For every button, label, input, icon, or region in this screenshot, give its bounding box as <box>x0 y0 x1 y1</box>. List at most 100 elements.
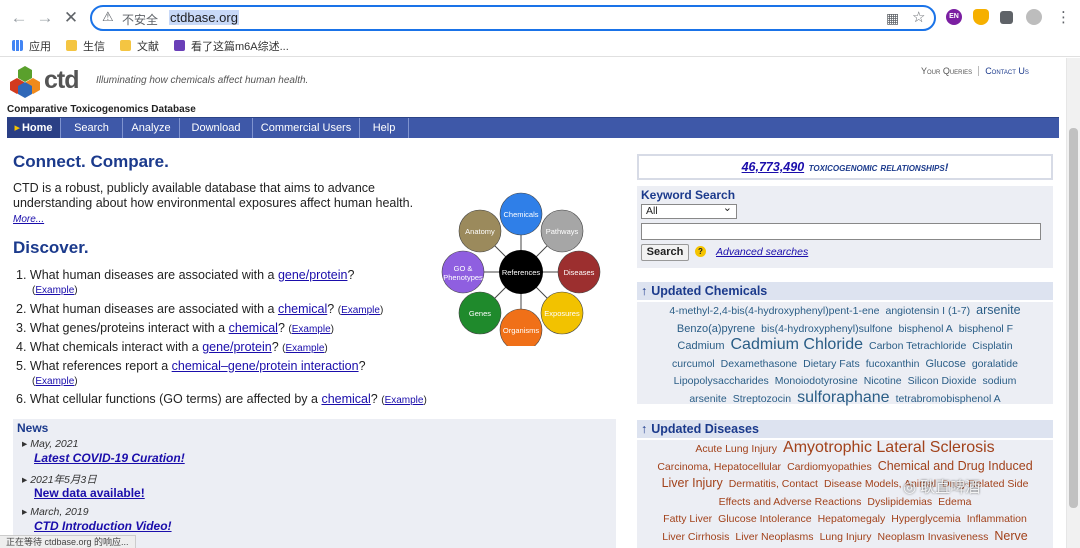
chemical-term[interactable]: bisphenol F <box>959 322 1013 338</box>
nav-home[interactable]: Home <box>7 118 61 138</box>
extensions-puzzle-icon[interactable] <box>1000 11 1013 24</box>
disease-term[interactable]: Chemical and Drug Induced <box>878 459 1033 475</box>
bookmark-wenxian[interactable]: 文献 <box>120 38 159 54</box>
qr-code-icon[interactable]: ▦ <box>886 10 899 27</box>
example-link[interactable]: Example <box>292 324 331 335</box>
example-link[interactable]: Example <box>341 305 380 316</box>
example-link[interactable]: Example <box>35 376 74 387</box>
question-5-link[interactable]: chemical–gene/protein interaction <box>172 359 359 373</box>
disease-term[interactable]: Lung Injury <box>820 530 872 546</box>
disease-term[interactable]: Fatty Liver <box>663 512 712 528</box>
disease-term[interactable]: Acute Lung Injury <box>695 442 777 458</box>
chemical-term[interactable]: curcumol <box>672 357 715 373</box>
example-link[interactable]: Example <box>285 343 324 354</box>
chemical-term[interactable]: arsenite <box>689 392 726 408</box>
example-link[interactable]: Example <box>35 285 74 296</box>
translate-extension-icon[interactable]: EN <box>946 9 962 25</box>
chemical-term[interactable]: Monoiodotyrosine <box>775 374 858 390</box>
chemical-term[interactable]: goralatide <box>972 357 1018 373</box>
back-arrow-icon[interactable]: ← <box>8 7 30 29</box>
news-link-3[interactable]: CTD Introduction Video! <box>34 519 172 533</box>
example-link[interactable]: Example <box>385 395 424 406</box>
question-2-link[interactable]: chemical <box>278 302 327 316</box>
disease-term[interactable]: Effects and Adverse Reactions <box>719 495 862 511</box>
news-link-1[interactable]: Latest COVID-19 Curation! <box>34 451 185 465</box>
keyword-category-select[interactable]: All <box>641 202 737 219</box>
disease-term[interactable]: Hepatomegaly <box>818 512 886 528</box>
nav-search[interactable]: Search <box>61 118 123 138</box>
bookmark-shengxin[interactable]: 生信 <box>66 38 105 54</box>
disease-term[interactable]: Cardiomyopathies <box>787 460 872 476</box>
chemical-term[interactable]: fucoxanthin <box>866 357 920 373</box>
nav-analyze[interactable]: Analyze <box>123 118 180 138</box>
bookmark-star-icon[interactable]: ☆ <box>912 8 925 26</box>
search-button[interactable]: Search <box>641 244 689 261</box>
updated-diseases-header[interactable]: Updated Diseases <box>637 420 1053 438</box>
url-text[interactable]: ctdbase.org <box>169 10 239 25</box>
chemical-term[interactable]: 4-methyl-2,4-bis(4-hydroxyphenyl)pent-1-… <box>669 304 879 320</box>
chemical-term[interactable]: Cadmium <box>677 339 724 355</box>
keyword-search-input[interactable] <box>641 223 1041 240</box>
apps-grid-icon <box>12 40 23 51</box>
shield-extension-icon[interactable] <box>973 9 989 25</box>
ctd-logo-icon[interactable] <box>8 64 42 98</box>
chemical-term[interactable]: tetrabromobisphenol A <box>896 392 1001 408</box>
chemical-term[interactable]: arsenite <box>976 303 1020 319</box>
bookmark-m6a[interactable]: 看了这篇m6A综述... <box>174 38 289 54</box>
chemical-term[interactable]: Dietary Fats <box>803 357 860 373</box>
more-link[interactable]: More... <box>13 214 44 225</box>
chemical-term[interactable]: Silicon Dioxide <box>908 374 977 390</box>
disease-term[interactable]: Amyotrophic Lateral Sclerosis <box>783 440 995 456</box>
question-3-link[interactable]: chemical <box>229 321 278 335</box>
disease-term[interactable]: Liver Cirrhosis <box>662 530 729 546</box>
updated-chemicals-header[interactable]: Updated Chemicals <box>637 282 1053 300</box>
scrollbar-thumb[interactable] <box>1069 128 1078 508</box>
nav-commercial-users[interactable]: Commercial Users <box>253 118 360 138</box>
question-1-link[interactable]: gene/protein <box>278 268 348 282</box>
news-panel: News May, 2021 Latest COVID-19 Curation!… <box>13 419 616 548</box>
nav-download[interactable]: Download <box>180 118 253 138</box>
relationships-count-link[interactable]: 46,773,490 <box>742 160 805 174</box>
disease-term[interactable]: Glucose Intolerance <box>718 512 811 528</box>
chemical-term[interactable]: Dexamethasone <box>721 357 797 373</box>
contact-us-link[interactable]: Contact Us <box>978 66 1029 76</box>
disease-term[interactable]: Liver Injury <box>662 476 723 492</box>
profile-avatar-icon[interactable] <box>1026 9 1042 25</box>
stop-loading-icon[interactable]: ✕ <box>60 7 82 29</box>
disease-term[interactable]: Hyperglycemia <box>891 512 960 528</box>
chemical-term[interactable]: sodium <box>983 374 1017 390</box>
chemical-term[interactable]: Streptozocin <box>733 392 791 408</box>
chemical-row: curcumol Dexamethasone Dietary Fats fucoxan… <box>637 355 1053 373</box>
address-bar[interactable]: ⚠ 不安全 ctdbase.org ▦ ☆ <box>90 5 936 31</box>
advanced-searches-link[interactable]: Advanced searches <box>716 246 808 258</box>
chemical-term[interactable]: sulforaphane <box>797 389 890 406</box>
bookmark-apps[interactable]: 应用 <box>12 38 51 54</box>
question-6-link[interactable]: chemical <box>321 392 370 406</box>
chemical-row: 4-methyl-2,4-bis(4-hydroxyphenyl)pent-1-… <box>637 302 1053 320</box>
forward-arrow-icon[interactable]: → <box>34 7 56 29</box>
chemical-term[interactable]: Glucose <box>925 357 965 373</box>
disease-term[interactable]: Carcinoma, Hepatocellular <box>657 460 781 476</box>
disease-term[interactable]: Dermatitis, Contact <box>729 477 818 493</box>
chemical-term[interactable]: Nicotine <box>864 374 902 390</box>
your-queries-link[interactable]: Your Queries <box>921 66 972 76</box>
chemical-term[interactable]: bisphenol A <box>899 322 953 338</box>
chemical-term[interactable]: Carbon Tetrachloride <box>869 339 966 355</box>
news-link-2[interactable]: New data available! <box>34 486 145 500</box>
disease-term[interactable]: Inflammation <box>967 512 1027 528</box>
ctd-logo-text[interactable]: ctd <box>44 66 79 95</box>
kebab-menu-icon[interactable]: ⋮ <box>1056 8 1071 26</box>
chemical-term[interactable]: Cadmium Chloride <box>731 337 864 353</box>
nav-help[interactable]: Help <box>360 118 409 138</box>
chemical-term[interactable]: bis(4-hydroxyphenyl)sulfone <box>761 322 892 338</box>
chemical-term[interactable]: Cisplatin <box>972 339 1012 355</box>
chemical-term[interactable]: Benzo(a)pyrene <box>677 322 755 338</box>
disease-term[interactable]: Nerve <box>994 529 1027 545</box>
page-scrollbar[interactable] <box>1066 58 1080 548</box>
question-4-link[interactable]: gene/protein <box>202 340 272 354</box>
disease-term[interactable]: Liver Neoplasms <box>735 530 813 546</box>
chemical-term[interactable]: angiotensin I (1-7) <box>885 304 970 320</box>
chemical-term[interactable]: Lipopolysaccharides <box>674 374 769 390</box>
help-icon[interactable]: ? <box>695 246 706 257</box>
disease-term[interactable]: Neoplasm Invasiveness <box>878 530 989 546</box>
